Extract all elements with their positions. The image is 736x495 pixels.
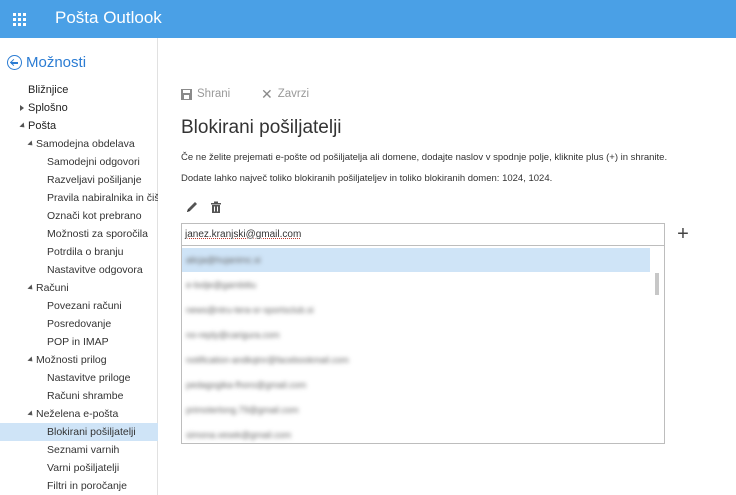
list-item[interactable]: no-reply@carigura.com: [182, 323, 650, 347]
nav-item-label: Nastavitve priloge: [47, 372, 131, 384]
nav-item-label: Samodejni odgovori: [47, 156, 140, 168]
description-text: Če ne želite prejemati e-pošte od pošilj…: [181, 152, 668, 163]
nav-item[interactable]: Povezani računi: [0, 297, 158, 315]
nav-item[interactable]: Posredovanje: [0, 315, 158, 333]
page-title: Blokirani pošiljatelji: [181, 117, 342, 138]
nav-item[interactable]: Splošno: [0, 99, 158, 117]
blocked-sender-input[interactable]: janez.kranjski@gmail.com: [181, 223, 665, 246]
nav-item[interactable]: Bližnjice: [0, 81, 158, 99]
nav-item-label: Posredovanje: [47, 318, 112, 330]
nav-item-label: Varni pošiljatelji: [47, 462, 120, 474]
nav-item-label: Računi shrambe: [47, 390, 124, 402]
nav-item-label: Možnosti za sporočila: [47, 228, 148, 240]
save-button[interactable]: Shrani: [181, 88, 230, 100]
blocked-senders-list[interactable]: alicja@hujanimc.si e-bolje@gambitiu news@n…: [181, 246, 665, 444]
nav-item-label: Bližnjice: [28, 84, 69, 96]
list-item[interactable]: alicja@hujanimc.si: [182, 248, 650, 272]
list-item[interactable]: news@ntru-tera-sr-sportsclub.si: [182, 298, 650, 322]
list-item[interactable]: notification-andkqtnr@facebookmail.com: [182, 348, 650, 372]
nav-item-label: Nastavitve odgovora: [47, 264, 143, 276]
nav-item-label: Povezani računi: [47, 300, 122, 312]
nav-item-label: POP in IMAP: [47, 336, 109, 348]
nav-item-label: Filtri in poročanje: [47, 480, 127, 492]
blocked-address: simona.vesek@gmail.com: [186, 430, 292, 440]
blocked-address: notification-andkqtnr@facebookmail.com: [186, 355, 349, 365]
trash-icon[interactable]: [209, 200, 225, 216]
app-title[interactable]: Pošta Outlook: [55, 8, 162, 28]
top-bar: Pošta Outlook: [0, 0, 736, 38]
blocked-address: no-reply@carigura.com: [186, 330, 280, 340]
nav-item[interactable]: Pošta: [0, 117, 158, 135]
collapse-arrow-icon[interactable]: [27, 284, 35, 292]
list-item[interactable]: simona.vesek@gmail.com: [182, 423, 650, 443]
options-nav: Možnosti Bližnjice Splošno Pošta Samodejna …: [0, 38, 158, 495]
back-arrow-icon: [7, 55, 22, 70]
nav-item[interactable]: Varni pošiljatelji: [0, 459, 158, 477]
list-item[interactable]: pedagogika-fhoro@gmail.com: [182, 373, 650, 397]
nav-item[interactable]: Nastavitve odgovora: [0, 261, 158, 279]
nav-item[interactable]: Blokirani pošiljatelji: [0, 423, 158, 441]
nav-item[interactable]: Razveljavi pošiljanje: [0, 171, 158, 189]
list-scrollbar[interactable]: [650, 246, 664, 443]
nav-item-label: Računi: [36, 282, 69, 294]
blocked-address: pedagogika-fhoro@gmail.com: [186, 380, 307, 390]
nav-item[interactable]: Potrdila o branju: [0, 243, 158, 261]
expand-arrow-icon[interactable]: [20, 105, 24, 111]
nav-item-label: Označi kot prebrano: [47, 210, 142, 222]
nav-item[interactable]: Samodejna obdelava: [0, 135, 158, 153]
collapse-arrow-icon[interactable]: [27, 356, 35, 364]
blocked-address: e-bolje@gambitiu: [186, 280, 257, 290]
save-label: Shrani: [197, 88, 231, 100]
scroll-thumb[interactable]: [655, 273, 659, 295]
blocked-address: primoterlong.79@gmail.com: [186, 405, 299, 415]
nav-item-label: Seznami varnih: [47, 444, 120, 456]
nav-item-label: Blokirani pošiljatelji: [47, 426, 136, 438]
nav-item-label: Potrdila o branju: [47, 246, 124, 258]
nav-item-label: Splošno: [28, 102, 68, 114]
save-icon: [181, 88, 192, 100]
nav-item-label: Pošta: [28, 120, 57, 132]
close-icon: ✕: [261, 85, 273, 102]
nav-item[interactable]: Računi: [0, 279, 158, 297]
blocked-address: news@ntru-tera-sr-sportsclub.si: [186, 305, 314, 315]
list-item[interactable]: e-bolje@gambitiu: [182, 273, 650, 297]
discard-button[interactable]: ✕ Zavrzi: [261, 85, 310, 102]
discard-label: Zavrzi: [277, 88, 310, 100]
nav-item[interactable]: Seznami varnih: [0, 441, 158, 459]
list-item[interactable]: primoterlong.79@gmail.com: [182, 398, 650, 422]
nav-item[interactable]: Računi shrambe: [0, 387, 158, 405]
back-label: Možnosti: [26, 54, 87, 71]
nav-item-label: Samodejna obdelava: [36, 138, 135, 150]
collapse-arrow-icon[interactable]: [19, 122, 27, 130]
nav-item[interactable]: Možnosti za sporočila: [0, 225, 158, 243]
limit-text: Dodate lahko največ toliko blokiranih po…: [181, 173, 553, 184]
nav-item[interactable]: Nastavitve priloge: [0, 369, 158, 387]
back-to-options-button[interactable]: Možnosti: [7, 54, 86, 71]
nav-item-label: Neželena e-pošta: [36, 408, 119, 420]
nav-item[interactable]: Možnosti prilog: [0, 351, 158, 369]
add-sender-button[interactable]: +: [675, 224, 691, 244]
nav-item[interactable]: Pravila nabiralnika in čišče: [0, 189, 158, 207]
nav-item[interactable]: Samodejni odgovori: [0, 153, 158, 171]
nav-item[interactable]: Označi kot prebrano: [0, 207, 158, 225]
nav-item-label: Razveljavi pošiljanje: [47, 174, 142, 186]
nav-item-label: Pravila nabiralnika in čišče: [47, 192, 158, 204]
blocked-address: alicja@hujanimc.si: [186, 255, 261, 265]
nav-item[interactable]: Filtri in poročanje: [0, 477, 158, 495]
collapse-arrow-icon[interactable]: [27, 410, 35, 418]
nav-item-label: Možnosti prilog: [36, 354, 107, 366]
pencil-icon[interactable]: [185, 200, 201, 216]
app-launcher-icon[interactable]: [0, 0, 38, 38]
collapse-arrow-icon[interactable]: [27, 140, 35, 148]
nav-item[interactable]: POP in IMAP: [0, 333, 158, 351]
blocked-sender-input-value: janez.kranjski@gmail.com: [185, 229, 302, 240]
nav-item[interactable]: Neželena e-pošta: [0, 405, 158, 423]
